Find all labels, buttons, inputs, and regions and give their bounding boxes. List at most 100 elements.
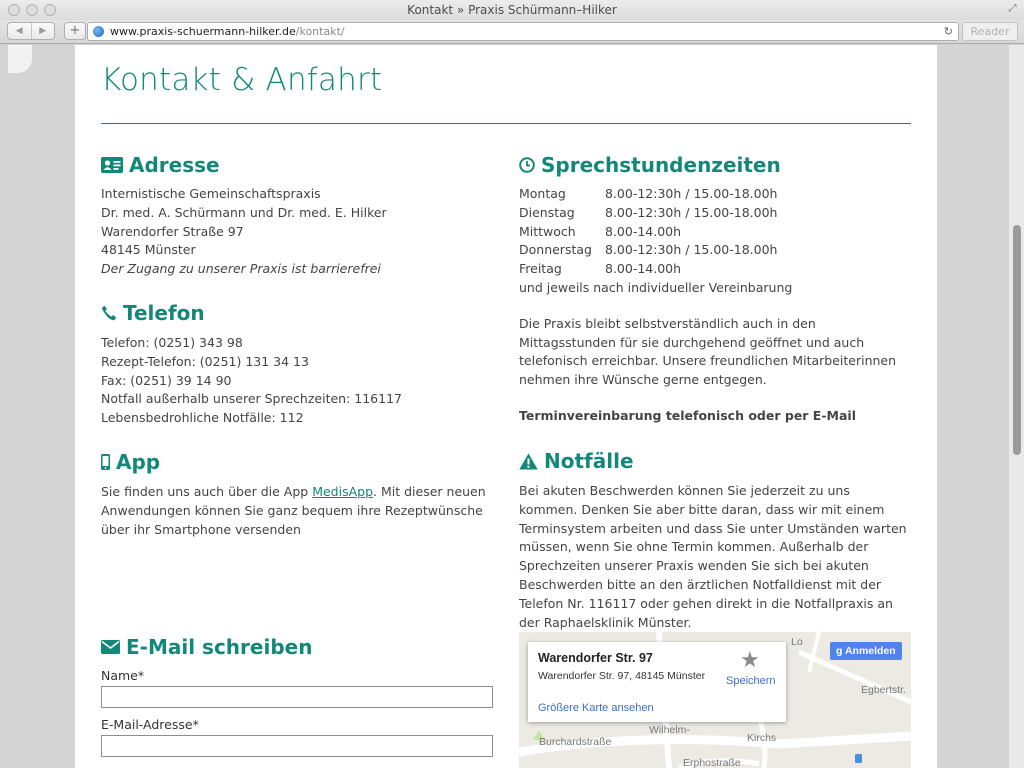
phone-line[interactable]: Rezept-Telefon: (0251) 131 34 13 [101, 353, 501, 372]
reload-icon[interactable]: ↻ [944, 23, 953, 40]
hours-extra: und jeweils nach individueller Vereinbar… [519, 279, 793, 295]
address-line: Internistische Gemeinschaftspraxis [101, 186, 321, 201]
hours-day: Dienstag [519, 204, 575, 220]
name-input[interactable] [101, 686, 493, 708]
back-button[interactable]: ◀ [8, 23, 32, 39]
map-street-label: Erphostraße [683, 757, 741, 768]
google-map[interactable]: Egbertstr. Burchardstraße Erphostraße Wi… [519, 632, 911, 768]
hours-table: Montag 8.00-12:30h / 15.00-18.00h Diensta… [519, 185, 777, 279]
phone-line[interactable]: Telefon: (0251) 343 98 [101, 334, 501, 353]
envelope-icon [101, 640, 120, 654]
map-street-label: Kirchs [747, 732, 777, 744]
forward-button[interactable]: ▶ [32, 23, 55, 39]
emergency-section: Notfälle Bei akuten Beschwerden können S… [519, 448, 911, 632]
phone-line: Lebensbedrohliche Notfälle: 112 [101, 410, 304, 426]
phone-line: Notfall außerhalb unserer Sprechzeiten: … [101, 391, 402, 407]
hours-time: 8.00-12:30h / 15.00-18.00h [605, 242, 778, 258]
hours-time: 8.00-14.00h [605, 223, 682, 239]
hours-heading-text: Sprechstundenzeiten [541, 153, 781, 177]
scrollbar-thumb[interactable] [1013, 225, 1021, 455]
globe-icon [93, 26, 104, 37]
page-title: Kontakt & Anfahrt [101, 62, 383, 98]
app-heading-text: App [116, 450, 161, 474]
phone-heading-text: Telefon [123, 301, 205, 325]
fullscreen-icon[interactable]: ⤢ [1007, 3, 1018, 14]
phone-line: Fax: (0251) 39 14 90 [101, 372, 232, 388]
map-save-button[interactable]: Speichern [726, 675, 776, 687]
app-section: App Sie finden uns auch über die App Med… [101, 449, 493, 539]
hours-section: Sprechstundenzeiten Montag 8.00-12:30h / … [519, 152, 911, 426]
window-title: Kontakt » Praxis Schürmann–Hilker [407, 3, 617, 17]
side-tab [8, 45, 32, 73]
emergency-text: Bei akuten Beschwerden können Sie jederz… [519, 483, 907, 630]
page-viewport: Kontakt & Anfahrt Adresse Internistische… [0, 45, 1024, 768]
app-text: Sie finden uns auch über die App MedisAp… [101, 483, 493, 539]
emergency-heading-text: Notfälle [544, 449, 634, 473]
address-bar[interactable]: www.praxis-schuermann-hilker.de/kontakt/… [87, 22, 959, 41]
clock-icon [519, 157, 535, 173]
hours-day: Freitag [519, 261, 562, 277]
address-heading-text: Adresse [129, 153, 220, 177]
accessibility-note: Der Zugang zu unserer Praxis ist barrier… [101, 261, 381, 277]
address-line: Warendorfer Straße 97 [101, 223, 244, 239]
hours-day: Donnerstag [519, 242, 592, 258]
hours-row: Montag 8.00-12:30h / 15.00-18.00h [519, 185, 777, 204]
map-signin-label: Anmelden [844, 645, 896, 657]
map-info-card: Warendorfer Str. 97 Warendorfer Str. 97,… [528, 642, 786, 722]
map-street-label: Wilhelm- [649, 724, 690, 736]
emergency-heading: Notfälle [519, 448, 911, 474]
map-place-title: Warendorfer Str. 97 [538, 651, 653, 665]
larger-map-link[interactable]: Größere Karte ansehen [538, 702, 654, 714]
address-section: Adresse Internistische Gemeinschaftsprax… [101, 152, 501, 279]
map-place-address: Warendorfer Str. 97, 48145 Münster [538, 670, 706, 682]
app-text-start: Sie finden uns auch über die App [101, 484, 313, 499]
address-line: Dr. med. A. Schürmann und Dr. med. E. Hi… [101, 204, 387, 220]
hours-day: Montag [519, 186, 566, 201]
hours-paragraph: Die Praxis bleibt selbstverständlich auc… [519, 315, 897, 388]
address-heading: Adresse [101, 152, 501, 178]
address-line: 48145 Münster [101, 242, 196, 258]
warning-triangle-icon [519, 453, 538, 469]
hours-row: Dienstag 8.00-12:30h / 15.00-18.00h [519, 204, 777, 223]
hours-time: 8.00-12:30h / 15.00-18.00h [605, 186, 778, 201]
medisapp-link[interactable]: MedisApp [312, 484, 373, 499]
email-form-section: E-Mail schreiben Name* E-Mail-Adresse* [101, 634, 493, 757]
page-content: Kontakt & Anfahrt Adresse Internistische… [75, 45, 937, 768]
scrollbar-track[interactable] [1009, 45, 1024, 768]
minimize-window-button[interactable] [26, 4, 38, 16]
zoom-window-button[interactable] [44, 4, 56, 16]
new-tab-button[interactable]: + [64, 22, 86, 40]
hours-row: Donnerstag 8.00-12:30h / 15.00-18.00h [519, 241, 777, 260]
hours-day: Mittwoch [519, 223, 576, 239]
url-host: www.praxis-schuermann-hilker.de [110, 25, 296, 38]
email-heading: E-Mail schreiben [101, 634, 493, 660]
reader-button[interactable]: Reader [962, 22, 1018, 41]
star-icon[interactable]: ★ [740, 647, 760, 673]
appointment-note: Terminvereinbarung telefonisch oder per … [519, 407, 856, 423]
phone-heading: Telefon [101, 300, 501, 326]
url-path: /kontakt/ [295, 25, 345, 38]
address-card-icon [101, 157, 123, 173]
title-divider [101, 123, 911, 124]
name-field-group: Name* [101, 668, 493, 708]
address-text: Internistische Gemeinschaftspraxis Dr. m… [101, 185, 501, 279]
name-label: Name* [101, 668, 145, 683]
email-input[interactable] [101, 735, 493, 757]
email-label: E-Mail-Adresse* [101, 717, 199, 732]
map-signin-button[interactable]: g Anmelden [830, 642, 902, 660]
hours-time: 8.00-14.00h [605, 261, 682, 277]
history-nav: ◀ ▶ [7, 22, 55, 40]
map-street-label: Lo [791, 636, 803, 648]
phone-text: Telefon: (0251) 343 98 Rezept-Telefon: (… [101, 334, 501, 428]
map-street-label: Egbertstr. [861, 684, 906, 696]
app-heading: App [101, 449, 493, 475]
hours-time: 8.00-12:30h / 15.00-18.00h [605, 204, 778, 220]
phone-section: Telefon Telefon: (0251) 343 98 Rezept-Te… [101, 300, 501, 428]
hours-row: Mittwoch 8.00-14.00h [519, 223, 777, 242]
map-street-label: Burchardstraße [539, 736, 612, 748]
mobile-phone-icon [101, 454, 110, 470]
google-g-icon: g [836, 645, 845, 657]
hours-row: Freitag 8.00-14.00h [519, 260, 777, 279]
window-titlebar: Kontakt » Praxis Schürmann–Hilker ⤢ [0, 0, 1024, 20]
close-window-button[interactable] [8, 4, 20, 16]
